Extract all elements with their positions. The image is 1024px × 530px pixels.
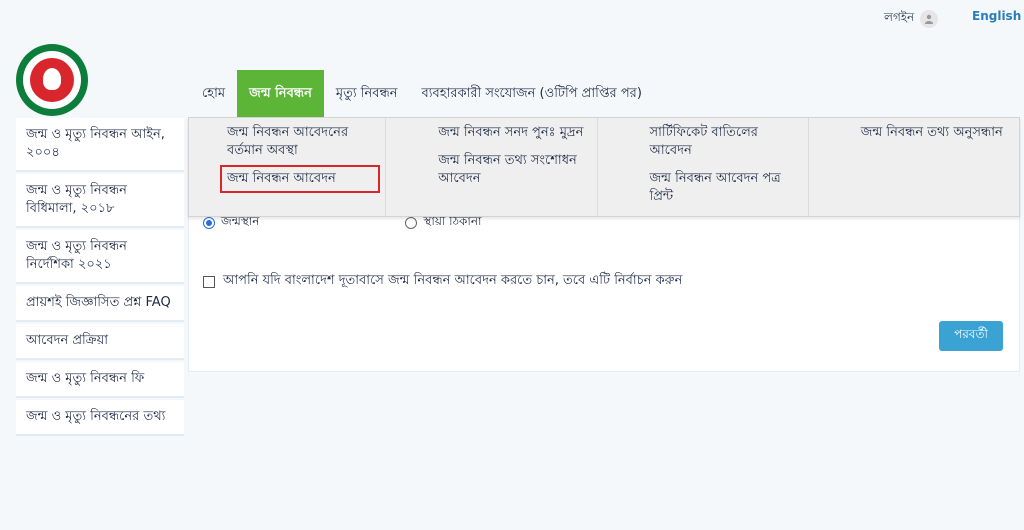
menu-certificate-reprint[interactable]: জন্ম নিবন্ধন সনদ পুনঃ মুদ্রন — [434, 122, 588, 144]
dropdown-column-4: জন্ম নিবন্ধন তথ্য অনুসন্ধান — [809, 118, 1019, 216]
nav-home[interactable]: হোম — [190, 70, 237, 118]
next-button[interactable]: পরবর্তী — [939, 321, 1003, 351]
site-logo[interactable] — [16, 44, 88, 116]
top-bar: লগইন English — [0, 0, 1024, 40]
menu-information-search[interactable]: জন্ম নিবন্ধন তথ্য অনুসন্ধান — [857, 122, 1011, 144]
menu-birth-registration-application[interactable]: জন্ম নিবন্ধন আবেদন — [219, 165, 381, 193]
user-icon — [920, 10, 939, 28]
menu-certificate-cancellation[interactable]: সার্টিফিকেট বাতিলের আবেদন — [646, 122, 800, 162]
birth-registration-dropdown: জন্ম নিবন্ধন আবেদনের বর্তমান অবস্থা জন্ম… — [188, 117, 1020, 217]
sidebar-item-faq[interactable]: প্রায়শই জিজ্ঞাসিত প্রশ্ন FAQ — [16, 286, 184, 322]
logo-emblem — [30, 58, 74, 102]
menu-correction-application[interactable]: জন্ম নিবন্ধন তথ্য সংশোধন আবেদন — [434, 150, 588, 190]
nav-add-user[interactable]: ব্যবহারকারী সংযোজন (ওটিপি প্রাপ্তির পর) — [410, 70, 654, 118]
nav-birth-registration[interactable]: জন্ম নিবন্ধন — [237, 70, 324, 118]
menu-application-status[interactable]: জন্ম নিবন্ধন আবেদনের বর্তমান অবস্থা — [223, 122, 377, 162]
sidebar-item-process[interactable]: আবেদন প্রক্রিয়া — [16, 324, 184, 360]
sidebar-item-rules-2018[interactable]: জন্ম ও মৃত্যু নিবন্ধন বিধিমালা, ২০১৮ — [16, 174, 184, 228]
radio-permanent-address-dot[interactable] — [405, 217, 418, 229]
main-nav: হোম জন্ম নিবন্ধন মৃত্যু নিবন্ধন ব্যবহারক… — [190, 70, 654, 118]
embassy-checkbox[interactable] — [203, 275, 215, 288]
radio-birthplace-dot[interactable] — [203, 217, 215, 229]
language-switch-link[interactable]: English — [972, 9, 1021, 23]
sidebar: জন্ম ও মৃত্যু নিবন্ধন আইন, ২০০৪ জন্ম ও ম… — [16, 118, 184, 438]
embassy-checkbox-label: আপনি যদি বাংলাদেশ দূতাবাসে জন্ম নিবন্ধন … — [223, 273, 683, 288]
sidebar-item-guideline-2021[interactable]: জন্ম ও মৃত্যু নিবন্ধন নির্দেশিকা ২০২১ — [16, 230, 184, 284]
sidebar-item-info[interactable]: জন্ম ও মৃত্যু নিবন্ধনের তথ্য — [16, 400, 184, 436]
login-link[interactable]: লগইন — [884, 9, 939, 29]
logo-ring — [23, 51, 81, 109]
sidebar-item-fee[interactable]: জন্ম ও মৃত্যু নিবন্ধন ফি — [16, 362, 184, 398]
nav-death-registration[interactable]: মৃত্যু নিবন্ধন — [324, 70, 410, 118]
dropdown-column-2: জন্ম নিবন্ধন সনদ পুনঃ মুদ্রন জন্ম নিবন্ধ… — [386, 118, 598, 216]
sidebar-item-act-2004[interactable]: জন্ম ও মৃত্যু নিবন্ধন আইন, ২০০৪ — [16, 118, 184, 172]
login-label: লগইন — [884, 10, 915, 24]
dropdown-column-3: সার্টিফিকেট বাতিলের আবেদন জন্ম নিবন্ধন আ… — [598, 118, 809, 216]
dropdown-column-1: জন্ম নিবন্ধন আবেদনের বর্তমান অবস্থা জন্ম… — [189, 118, 387, 216]
embassy-option: আপনি যদি বাংলাদেশ দূতাবাসে জন্ম নিবন্ধন … — [203, 271, 682, 292]
menu-application-print[interactable]: জন্ম নিবন্ধন আবেদন পত্র প্রিন্ট — [646, 168, 800, 208]
